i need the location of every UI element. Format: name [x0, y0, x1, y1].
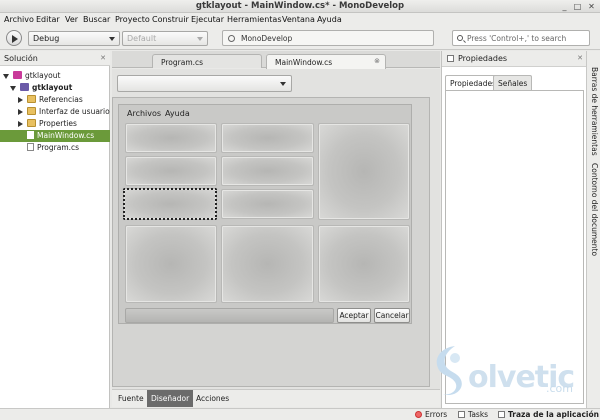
close-tab-icon[interactable]: ⊗: [374, 57, 380, 65]
tree-item-program[interactable]: Program.cs: [27, 142, 107, 154]
application-output-pad[interactable]: Traza de la aplicación: [498, 409, 599, 420]
folder-icon: [27, 95, 36, 103]
solution-panel-header: Solución ✕: [0, 51, 110, 66]
tab-program-cs[interactable]: Program.cs: [152, 54, 262, 68]
folder-icon: [27, 107, 36, 115]
tree-item-solution[interactable]: gtklayout: [3, 70, 108, 82]
menu-construir[interactable]: Construir: [152, 15, 189, 24]
maximize-button[interactable]: □: [573, 2, 582, 11]
tab-fuente[interactable]: Fuente: [114, 390, 148, 407]
placeholder-cell[interactable]: [318, 225, 410, 303]
placeholder-cell[interactable]: [125, 123, 217, 153]
placeholder-cell[interactable]: [221, 156, 314, 186]
platform-select: Default: [122, 31, 208, 46]
tab-senales[interactable]: Señales: [493, 75, 533, 90]
status-icon: [228, 35, 235, 42]
file-icon: [27, 143, 34, 151]
panel-icon: [447, 55, 454, 62]
solution-panel-title: Solución: [4, 54, 38, 63]
designed-window[interactable]: Archivos Ayuda Aceptar Cancelar: [118, 104, 412, 324]
menu-archivo[interactable]: Archivo: [4, 15, 34, 24]
close-icon[interactable]: ✕: [100, 54, 106, 62]
tree-item-project[interactable]: gtklayout: [10, 82, 108, 94]
output-icon: [498, 411, 505, 418]
status-display: MonoDevelop: [222, 30, 434, 46]
status-text: MonoDevelop: [241, 34, 293, 43]
close-window-button[interactable]: ✕: [587, 2, 596, 11]
placeholder-cell[interactable]: [221, 123, 314, 153]
minimize-button[interactable]: _: [560, 2, 569, 11]
tab-mainwindow-cs[interactable]: MainWindow.cs ⊗: [266, 54, 386, 69]
menu-editar[interactable]: Editar: [36, 15, 60, 24]
document-tabs: Program.cs MainWindow.cs ⊗: [112, 51, 440, 69]
tab-disenador[interactable]: Diseñador: [147, 390, 194, 407]
close-icon[interactable]: ✕: [577, 54, 583, 62]
configuration-select[interactable]: Debug: [28, 31, 120, 46]
chevron-down-icon: [109, 37, 115, 41]
expand-icon[interactable]: [3, 73, 9, 79]
menu-ejecutar[interactable]: Ejecutar: [191, 15, 224, 24]
search-placeholder: Press 'Control+,' to search: [467, 34, 567, 43]
menu-bar: Archivo Editar Ver Buscar Proyecto Const…: [0, 13, 600, 26]
folder-icon: [27, 119, 36, 127]
project-icon: [20, 83, 29, 91]
error-icon: [415, 411, 422, 418]
file-icon: [27, 131, 34, 139]
editor-view-tabs: Fuente Diseñador Acciones: [112, 389, 440, 407]
menu-ventana[interactable]: Ventana: [282, 15, 315, 24]
chevron-down-icon: [197, 37, 203, 41]
placeholder-cell[interactable]: [125, 156, 217, 186]
widget-select[interactable]: [117, 75, 292, 92]
window-title: gtklayout - MainWindow.cs* - MonoDevelop: [195, 1, 405, 11]
status-bar: Errors Tasks Traza de la aplicación: [0, 408, 600, 420]
tree-item-references[interactable]: Referencias: [18, 94, 108, 106]
designed-menu-archivos[interactable]: Archivos: [127, 109, 161, 118]
tasks-icon: [458, 411, 465, 418]
solution-icon: [13, 71, 22, 79]
toolbar: Debug Default MonoDevelop Press 'Control…: [0, 26, 600, 50]
watermark-suffix: .com: [546, 382, 573, 395]
placeholder-cell-selected[interactable]: [123, 188, 217, 220]
tasks-pad[interactable]: Tasks: [458, 409, 488, 420]
title-bar: gtklayout - MainWindow.cs* - MonoDevelop…: [0, 0, 600, 13]
errors-pad[interactable]: Errors: [415, 409, 447, 420]
menu-proyecto[interactable]: Proyecto: [115, 15, 150, 24]
expand-icon[interactable]: [10, 85, 16, 91]
designed-menu-ayuda[interactable]: Ayuda: [165, 109, 190, 118]
toolbox-tab[interactable]: Barras de herramientas: [589, 67, 599, 156]
placeholder-cell[interactable]: [318, 123, 410, 220]
tree-item-properties[interactable]: Properties: [18, 118, 108, 130]
platform-value: Default: [127, 34, 157, 43]
accept-button[interactable]: Aceptar: [337, 308, 371, 323]
cancel-button[interactable]: Cancelar: [374, 308, 410, 323]
collapse-icon[interactable]: [18, 97, 23, 103]
search-icon: [457, 35, 463, 41]
placeholder-bar[interactable]: [125, 308, 334, 323]
watermark-logo: [436, 346, 462, 396]
side-strip: Barras de herramientas Contorno del docu…: [586, 51, 600, 408]
placeholder-cell[interactable]: [221, 225, 314, 303]
tree-item-mainwindow[interactable]: MainWindow.cs: [0, 130, 110, 142]
menu-buscar[interactable]: Buscar: [83, 15, 110, 24]
properties-panel-title: Propiedades: [458, 54, 508, 63]
properties-panel-header: Propiedades ✕: [442, 51, 587, 67]
search-input[interactable]: Press 'Control+,' to search: [452, 30, 590, 46]
collapse-icon[interactable]: [18, 121, 23, 127]
solution-panel: Solución ✕ gtklayout gtklayout Referenci…: [0, 51, 110, 408]
configuration-value: Debug: [33, 34, 60, 43]
menu-ver[interactable]: Ver: [65, 15, 78, 24]
tab-acciones[interactable]: Acciones: [192, 390, 233, 407]
placeholder-cell[interactable]: [125, 225, 217, 303]
menu-ayuda[interactable]: Ayuda: [317, 15, 342, 24]
menu-herramientas[interactable]: Herramientas: [227, 15, 282, 24]
collapse-icon[interactable]: [18, 109, 23, 115]
tree-item-user-interface[interactable]: Interfaz de usuario: [18, 106, 110, 118]
placeholder-cell[interactable]: [221, 189, 314, 219]
run-button[interactable]: [6, 30, 22, 46]
chevron-down-icon: [280, 82, 286, 86]
document-outline-tab[interactable]: Contorno del documento: [589, 163, 599, 256]
